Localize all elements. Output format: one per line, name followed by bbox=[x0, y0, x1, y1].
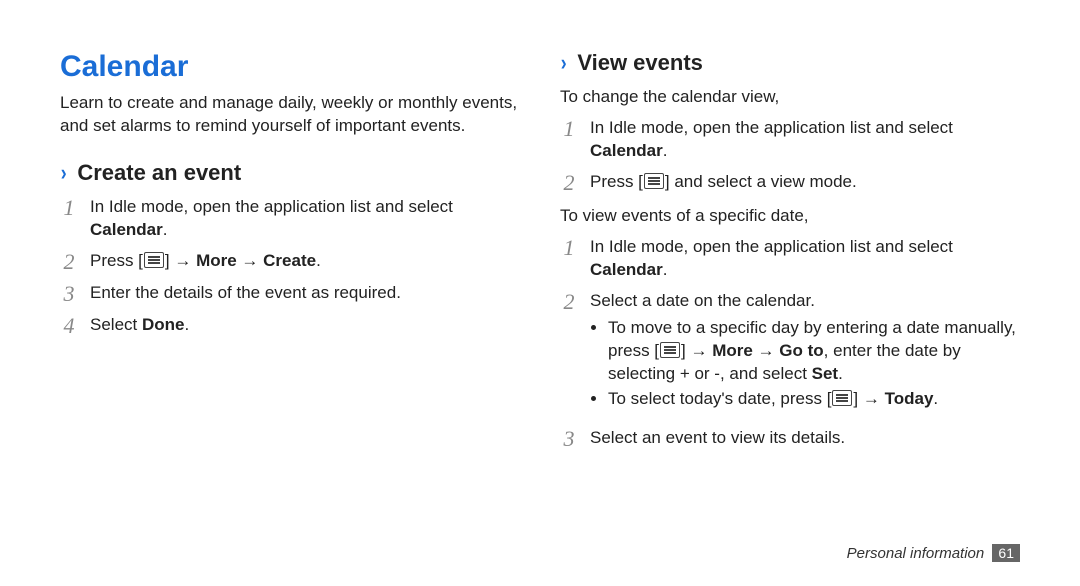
changeview-step-2: 2 Press [] and select a view mode. bbox=[560, 171, 1020, 195]
page: Calendar Learn to create and manage dail… bbox=[0, 0, 1080, 586]
specificdate-step-2: 2 Select a date on the calendar. To move… bbox=[560, 290, 1020, 419]
step-number: 4 bbox=[60, 314, 78, 338]
right-column: › View events To change the calendar vie… bbox=[560, 50, 1020, 556]
footer-section: Personal information bbox=[847, 545, 985, 562]
create-step-1: 1 In Idle mode, open the application lis… bbox=[60, 196, 520, 242]
step-number: 1 bbox=[60, 196, 78, 220]
step-text: Select a date on the calendar. To move t… bbox=[590, 290, 1020, 419]
section-create-title: Create an event bbox=[77, 160, 241, 186]
left-column: Calendar Learn to create and manage dail… bbox=[60, 50, 520, 556]
step-number: 1 bbox=[560, 236, 578, 260]
footer: Personal information 61 bbox=[847, 544, 1020, 562]
step-text: Press [] → More → Create. bbox=[90, 250, 520, 273]
create-step-2: 2 Press [] → More → Create. bbox=[60, 250, 520, 274]
changeview-step-1: 1 In Idle mode, open the application lis… bbox=[560, 117, 1020, 163]
lead-text: Learn to create and manage daily, weekly… bbox=[60, 92, 520, 138]
section-view-title: View events bbox=[577, 50, 703, 76]
step-number: 3 bbox=[560, 427, 578, 451]
step-text: In Idle mode, open the application list … bbox=[590, 117, 1020, 163]
section-view-head: › View events bbox=[560, 50, 1020, 76]
step-text: Select Done. bbox=[90, 314, 520, 337]
view-intro-2: To view events of a specific date, bbox=[560, 205, 1020, 228]
step-text: Press [] and select a view mode. bbox=[590, 171, 1020, 194]
step-number: 1 bbox=[560, 117, 578, 141]
step-text: In Idle mode, open the application list … bbox=[590, 236, 1020, 282]
step-number: 2 bbox=[560, 171, 578, 195]
step-text: Enter the details of the event as requir… bbox=[90, 282, 520, 305]
bullet-goto: To move to a specific day by entering a … bbox=[608, 317, 1020, 386]
bullet-today: To select today's date, press [] → Today… bbox=[608, 388, 1020, 411]
specificdate-step-3: 3 Select an event to view its details. bbox=[560, 427, 1020, 451]
step-number: 2 bbox=[60, 250, 78, 274]
step-text: Select an event to view its details. bbox=[590, 427, 1020, 450]
view-intro-1: To change the calendar view, bbox=[560, 86, 1020, 109]
chevron-icon: › bbox=[61, 160, 67, 186]
specificdate-step-1: 1 In Idle mode, open the application lis… bbox=[560, 236, 1020, 282]
create-step-4: 4 Select Done. bbox=[60, 314, 520, 338]
step-number: 3 bbox=[60, 282, 78, 306]
chevron-icon: › bbox=[561, 50, 567, 76]
create-step-3: 3 Enter the details of the event as requ… bbox=[60, 282, 520, 306]
section-create-head: › Create an event bbox=[60, 160, 520, 186]
menu-icon bbox=[660, 342, 680, 358]
step-number: 2 bbox=[560, 290, 578, 314]
step2-bullets: To move to a specific day by entering a … bbox=[590, 317, 1020, 411]
menu-icon bbox=[832, 390, 852, 406]
step-text: In Idle mode, open the application list … bbox=[90, 196, 520, 242]
menu-icon bbox=[144, 252, 164, 268]
footer-page-number: 61 bbox=[992, 544, 1020, 562]
page-title: Calendar bbox=[60, 50, 520, 84]
menu-icon bbox=[644, 173, 664, 189]
